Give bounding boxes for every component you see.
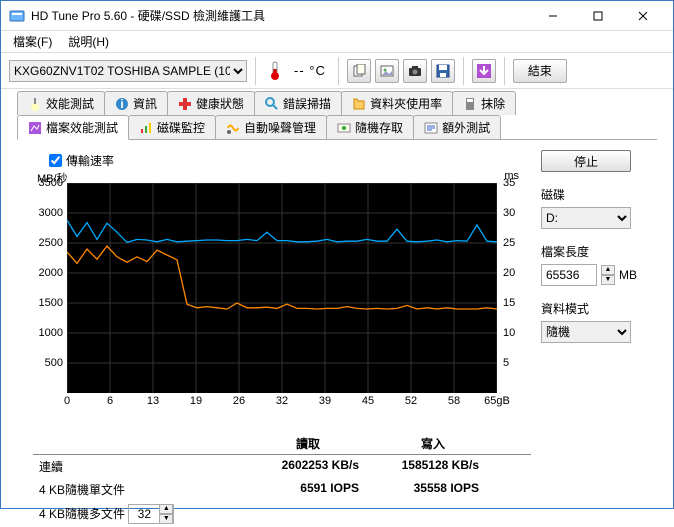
tab-2[interactable]: 健康狀態 bbox=[167, 91, 255, 115]
tab-3[interactable]: 錯誤掃描 bbox=[254, 91, 342, 115]
table-row: 4 KB隨機單文件 6591 IOPS35558 IOPS bbox=[33, 478, 531, 501]
tab-icon bbox=[352, 97, 366, 111]
copy-info-button[interactable] bbox=[347, 59, 371, 83]
table-row: 連續 2602253 KB/s1585128 KB/s bbox=[33, 455, 531, 478]
close-button[interactable] bbox=[620, 2, 665, 30]
tab-icon bbox=[337, 121, 351, 135]
disk-label: 磁碟 bbox=[541, 186, 641, 203]
menu-file[interactable]: 檔案(F) bbox=[5, 31, 60, 52]
file-length-unit: MB bbox=[619, 268, 637, 282]
results-table: 讀取 寫入 連續 2602253 KB/s1585128 KB/s4 KB隨機單… bbox=[33, 435, 531, 527]
disk-select[interactable]: D: bbox=[541, 207, 631, 229]
app-icon bbox=[9, 8, 25, 24]
file-length-spinner[interactable]: ▲▼ bbox=[601, 265, 615, 285]
tab-icon bbox=[424, 121, 438, 135]
tab2-3[interactable]: 隨機存取 bbox=[326, 115, 414, 139]
menu-help[interactable]: 說明(H) bbox=[60, 31, 117, 52]
tab-icon bbox=[265, 97, 279, 111]
save-button[interactable] bbox=[431, 59, 455, 83]
col-read: 讀取 bbox=[243, 435, 373, 452]
temperature-value: -- °C bbox=[290, 63, 330, 78]
tab-5[interactable]: 抹除 bbox=[452, 91, 516, 115]
tab2-2[interactable]: 自動噪聲管理 bbox=[215, 115, 327, 139]
threads-spinner[interactable]: 32▲▼ bbox=[128, 504, 174, 524]
tab2-4[interactable]: 額外測試 bbox=[413, 115, 501, 139]
tab-icon bbox=[226, 121, 240, 135]
tab-icon bbox=[28, 121, 42, 135]
tab-4[interactable]: 資料夾使用率 bbox=[341, 91, 453, 115]
drive-select[interactable]: KXG60ZNV1T02 TOSHIBA SAMPLE (10 bbox=[9, 60, 247, 82]
transfer-rate-label: 傳輸速率 bbox=[66, 152, 114, 169]
file-length-label: 檔案長度 bbox=[541, 243, 641, 260]
svg-text:i: i bbox=[120, 97, 123, 111]
screenshot-button[interactable] bbox=[403, 59, 427, 83]
tab-icon bbox=[28, 97, 42, 111]
tab2-0[interactable]: 檔案效能測試 bbox=[17, 115, 129, 140]
benchmark-chart: MB/秒 ms 350030002500200015001000500 3530… bbox=[33, 173, 523, 413]
window-title: HD Tune Pro 5.60 - 硬碟/SSD 檢測維護工具 bbox=[31, 7, 530, 24]
data-mode-select[interactable]: 隨機 bbox=[541, 321, 631, 343]
data-mode-label: 資料模式 bbox=[541, 300, 641, 317]
exit-button[interactable]: 結束 bbox=[513, 59, 567, 83]
file-length-input[interactable] bbox=[541, 264, 597, 286]
stop-button[interactable]: 停止 bbox=[541, 150, 631, 172]
transfer-rate-checkbox[interactable] bbox=[49, 154, 62, 167]
tab-icon bbox=[178, 97, 192, 111]
maximize-button[interactable] bbox=[575, 2, 620, 30]
tab2-1[interactable]: 磁碟監控 bbox=[128, 115, 216, 139]
download-button[interactable] bbox=[472, 59, 496, 83]
tab-0[interactable]: 效能測試 bbox=[17, 91, 105, 115]
table-row: 4 KB隨機多文件 32▲▼ bbox=[33, 501, 531, 527]
tab-icon bbox=[139, 121, 153, 135]
col-write: 寫入 bbox=[373, 435, 493, 452]
minimize-button[interactable] bbox=[530, 2, 575, 30]
tab-icon bbox=[463, 97, 477, 111]
tab-1[interactable]: i資訊 bbox=[104, 91, 168, 115]
thermometer-icon bbox=[264, 60, 286, 82]
copy-image-button[interactable] bbox=[375, 59, 399, 83]
tab-icon: i bbox=[115, 97, 129, 111]
